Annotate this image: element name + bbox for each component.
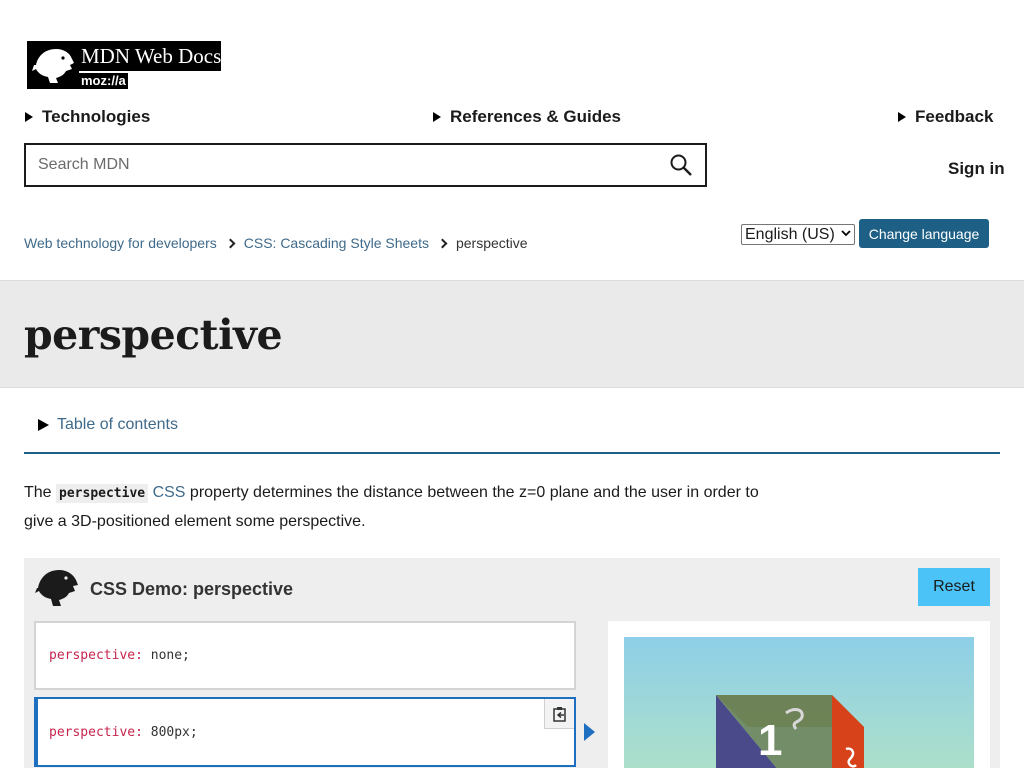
triangle-right-icon — [38, 419, 49, 431]
breadcrumb-web-technology[interactable]: Web technology for developers — [24, 235, 217, 251]
title-band: perspective — [0, 280, 1024, 388]
mdn-logo[interactable]: MDN Web Docs moz://a — [27, 41, 221, 89]
nav-technologies-label: Technologies — [42, 107, 151, 126]
nav-feedback-label: Feedback — [915, 107, 994, 126]
choice-value: 800px; — [142, 724, 198, 740]
nav-technologies[interactable]: Technologies — [25, 107, 150, 127]
breadcrumb-css[interactable]: CSS: Cascading Style Sheets — [244, 235, 429, 251]
cube-scene: 1 — [624, 637, 974, 768]
inline-code: perspective — [56, 484, 149, 503]
chevron-down-icon — [841, 229, 851, 240]
demo-choice-800px[interactable]: perspective: 800px; — [34, 697, 576, 767]
css-demo: CSS Demo: perspective Reset perspective:… — [24, 558, 1000, 768]
css-link[interactable]: CSS — [153, 484, 186, 501]
language-selected-value: English (US) — [745, 225, 835, 243]
demo-output: 1 — [608, 621, 990, 768]
sign-in-link[interactable]: Sign in — [948, 159, 1005, 179]
table-of-contents-toggle[interactable]: Table of contents — [38, 416, 178, 434]
breadcrumb: Web technology for developers CSS: Casca… — [24, 235, 528, 251]
choice-property: perspective: — [49, 724, 143, 740]
toc-label: Table of contents — [57, 416, 178, 433]
search-icon[interactable] — [661, 145, 701, 185]
demo-choice-none[interactable]: perspective: none; — [34, 621, 576, 690]
cube-face-label: 1 — [758, 716, 783, 765]
play-arrow-icon — [584, 723, 595, 741]
nav-references-label: References & Guides — [450, 107, 622, 126]
logo-subtitle: moz://a — [79, 73, 128, 89]
reset-button[interactable]: Reset — [918, 568, 990, 606]
demo-title: CSS Demo: perspective — [90, 579, 294, 599]
triangle-right-icon — [898, 112, 906, 122]
nav-feedback[interactable]: Feedback — [898, 107, 993, 127]
chevron-right-icon — [225, 238, 236, 248]
chevron-right-icon — [437, 238, 448, 248]
logo-title: MDN Web Docs — [79, 41, 221, 71]
search-input[interactable] — [26, 145, 661, 185]
dinosaur-icon — [27, 41, 79, 89]
triangle-right-icon — [25, 112, 33, 122]
copy-icon[interactable] — [544, 699, 574, 729]
search-box — [24, 143, 707, 187]
page-description: The perspective CSS property determines … — [24, 484, 759, 530]
breadcrumb-current: perspective — [455, 235, 528, 251]
change-language-button[interactable]: Change language — [859, 219, 989, 248]
language-select[interactable]: English (US) — [741, 224, 855, 245]
nav-references-guides[interactable]: References & Guides — [433, 107, 621, 127]
page-title: perspective — [24, 311, 283, 359]
choice-property: perspective: — [49, 648, 143, 663]
triangle-right-icon — [433, 112, 441, 122]
divider — [24, 452, 1000, 454]
choice-value: none; — [142, 648, 190, 663]
dinosaur-icon — [34, 566, 80, 606]
